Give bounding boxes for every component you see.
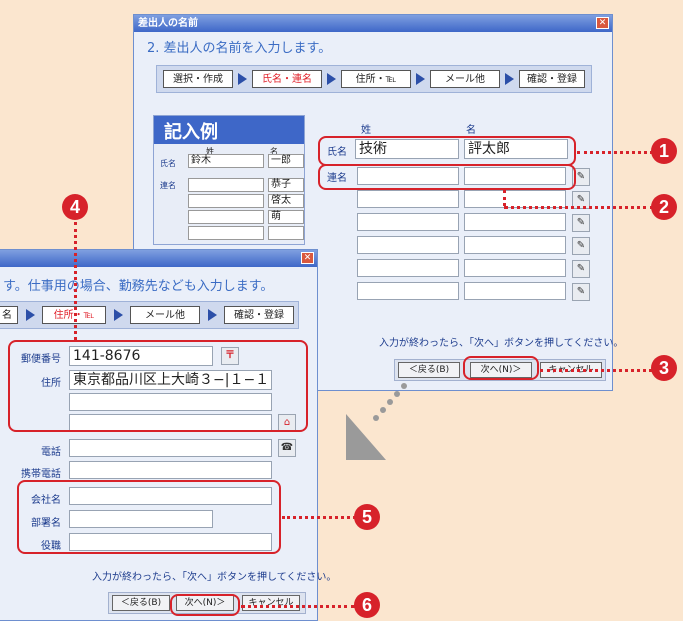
phone-icon[interactable]: ☎ xyxy=(278,439,296,457)
example-sei-value: 鈴木 xyxy=(188,154,264,168)
step-name[interactable]: 氏名・連名 xyxy=(252,70,322,88)
renmei-mei-input-5[interactable] xyxy=(464,259,566,277)
renmei-sei-input-2[interactable] xyxy=(357,190,459,208)
dialog-title: 差出人の名前 xyxy=(134,15,612,32)
example-renmei-mei-3: 萌 xyxy=(268,210,304,224)
step-arrow-icon xyxy=(505,73,514,85)
cancel-button[interactable]: キャンセル xyxy=(242,595,300,611)
label-phone: 電話 xyxy=(41,447,61,458)
callout-box-6 xyxy=(170,594,240,616)
pen-icon[interactable]: ✎ xyxy=(572,260,590,278)
close-icon[interactable]: ✕ xyxy=(596,17,609,29)
back-button[interactable]: ＜戻る(B) xyxy=(398,362,460,378)
step-mail[interactable]: メール他 xyxy=(430,70,500,88)
close-icon[interactable]: ✕ xyxy=(301,252,314,264)
callout-box-3 xyxy=(463,356,539,380)
step-arrow-icon xyxy=(416,73,425,85)
step-arrow-icon xyxy=(114,309,123,321)
col-header-sei: 姓 xyxy=(361,125,371,136)
mobile-input[interactable] xyxy=(69,461,272,479)
example-renmei-sei-2 xyxy=(188,194,264,208)
example-renmei-mei-4 xyxy=(268,226,304,240)
step-name[interactable]: 名 xyxy=(0,306,18,324)
step-navigation: 名 住所・℡ メール他 確認・登録 xyxy=(0,301,299,329)
renmei-sei-input-4[interactable] xyxy=(357,236,459,254)
callout-leader-6 xyxy=(241,605,355,608)
step-select-create[interactable]: 選択・作成 xyxy=(163,70,233,88)
step-arrow-icon xyxy=(327,73,336,85)
example-label-name: 氏名 xyxy=(160,159,176,168)
example-label-renmei: 連名 xyxy=(160,181,176,190)
example-title: 記入例 xyxy=(164,122,218,143)
step-navigation: 選択・作成 氏名・連名 住所・℡ メール他 確認・登録 xyxy=(156,65,592,93)
step-mail[interactable]: メール他 xyxy=(130,306,200,324)
callout-badge-3: 3 xyxy=(651,355,677,381)
callout-leader-2a xyxy=(503,190,506,206)
renmei-sei-input-5[interactable] xyxy=(357,259,459,277)
dialog-title-bar xyxy=(0,250,317,267)
callout-box-1 xyxy=(318,136,576,166)
example-renmei-mei-1: 恭子 xyxy=(268,178,304,192)
callout-badge-4: 4 xyxy=(62,194,88,220)
renmei-mei-input-4[interactable] xyxy=(464,236,566,254)
step-heading: す。仕事用の場合、勤務先なども入力します。 xyxy=(3,279,274,294)
example-renmei-sei-4 xyxy=(188,226,264,240)
transition-arrow-icon xyxy=(346,383,407,460)
step-arrow-icon xyxy=(208,309,217,321)
instruction-note: 入力が終わったら、「次へ」ボタンを押してください。 xyxy=(379,338,624,349)
col-header-mei: 名 xyxy=(466,125,476,136)
step-arrow-icon xyxy=(26,309,35,321)
callout-badge-5: 5 xyxy=(354,504,380,530)
phone-input[interactable] xyxy=(69,439,272,457)
callout-box-2 xyxy=(318,164,576,190)
label-mobile: 携帯電話 xyxy=(21,469,61,480)
instruction-note: 入力が終わったら、「次へ」ボタンを押してください。 xyxy=(92,572,337,583)
callout-leader-1 xyxy=(577,151,653,154)
example-mei-value: 一郎 xyxy=(268,154,304,168)
callout-badge-2: 2 xyxy=(651,194,677,220)
example-renmei-mei-2: 啓太 xyxy=(268,194,304,208)
dialog-address: ✕ す。仕事用の場合、勤務先なども入力します。 名 住所・℡ メール他 確認・登… xyxy=(0,249,336,621)
renmei-mei-input-3[interactable] xyxy=(464,213,566,231)
renmei-sei-input-6[interactable] xyxy=(357,282,459,300)
callout-badge-1: 1 xyxy=(651,138,677,164)
step-confirm[interactable]: 確認・登録 xyxy=(519,70,585,88)
callout-badge-6: 6 xyxy=(354,592,380,618)
example-renmei-sei-1 xyxy=(188,178,264,192)
callout-leader-5 xyxy=(282,516,356,519)
step-arrow-icon xyxy=(238,73,247,85)
example-panel: 記入例 姓 名 氏名 鈴木 一郎 連名 恭子 啓太 萌 xyxy=(153,115,305,245)
renmei-mei-input-6[interactable] xyxy=(464,282,566,300)
callout-box-4 xyxy=(8,340,308,432)
renmei-sei-input-3[interactable] xyxy=(357,213,459,231)
callout-leader-2b xyxy=(504,206,654,209)
pen-icon[interactable]: ✎ xyxy=(572,237,590,255)
example-renmei-sei-3 xyxy=(188,210,264,224)
callout-leader-3 xyxy=(540,369,652,372)
callout-leader-4 xyxy=(74,222,77,340)
callout-box-5 xyxy=(17,480,281,554)
pen-icon[interactable]: ✎ xyxy=(572,214,590,232)
step-confirm[interactable]: 確認・登録 xyxy=(224,306,294,324)
pen-icon[interactable]: ✎ xyxy=(572,283,590,301)
step-address-tel[interactable]: 住所・℡ xyxy=(341,70,411,88)
step-heading: 2. 差出人の名前を入力します。 xyxy=(147,41,332,56)
back-button[interactable]: ＜戻る(B) xyxy=(112,595,170,611)
